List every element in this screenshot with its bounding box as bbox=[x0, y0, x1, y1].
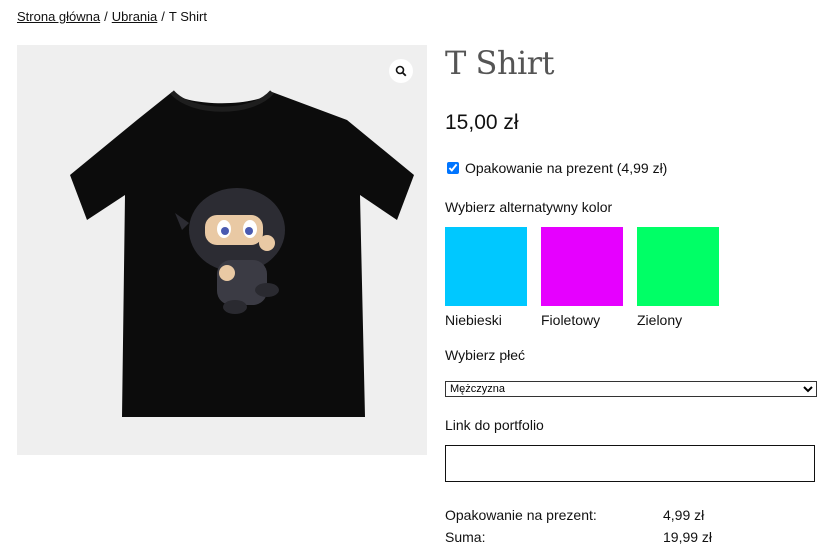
breadcrumb-separator: / bbox=[104, 9, 108, 24]
summary-value: 4,99 zł bbox=[663, 507, 705, 523]
swatch-option[interactable]: Zielony bbox=[637, 227, 719, 328]
price-summary: Opakowanie na prezent: 4,99 zł Suma: 19,… bbox=[445, 504, 712, 548]
color-picker-label: Wybierz alternatywny kolor bbox=[445, 199, 613, 215]
color-swatches: Niebieski Fioletowy Zielony bbox=[445, 227, 719, 328]
swatch-name: Zielony bbox=[637, 312, 683, 328]
swatch-color-box[interactable] bbox=[445, 227, 527, 306]
portfolio-label: Link do portfolio bbox=[445, 417, 544, 433]
magnifier-icon bbox=[395, 65, 407, 77]
swatch-name: Niebieski bbox=[445, 312, 502, 328]
zoom-button[interactable] bbox=[389, 59, 413, 83]
gift-wrap-label: Opakowanie na prezent (4,99 zł) bbox=[465, 160, 668, 176]
summary-value: 19,99 zł bbox=[663, 529, 713, 545]
gender-select[interactable]: Mężczyzna bbox=[445, 381, 817, 397]
product-image bbox=[70, 90, 414, 417]
gift-wrap-option[interactable]: Opakowanie na prezent (4,99 zł) bbox=[447, 160, 667, 176]
product-gallery[interactable] bbox=[17, 45, 427, 455]
swatch-option[interactable]: Niebieski bbox=[445, 227, 527, 328]
swatch-option[interactable]: Fioletowy bbox=[541, 227, 623, 328]
gift-wrap-checkbox[interactable] bbox=[447, 162, 459, 174]
breadcrumb-current: T Shirt bbox=[168, 9, 207, 24]
gender-label: Wybierz płeć bbox=[445, 347, 526, 363]
product-title: T Shirt bbox=[445, 44, 554, 82]
summary-row: Opakowanie na prezent: 4,99 zł bbox=[445, 504, 712, 526]
breadcrumb: Strona główna / Ubrania / T Shirt bbox=[17, 9, 207, 24]
summary-label: Suma: bbox=[445, 529, 486, 545]
swatch-color-box[interactable] bbox=[541, 227, 623, 306]
portfolio-input[interactable] bbox=[445, 445, 815, 482]
summary-row: Suma: 19,99 zł bbox=[445, 526, 712, 548]
summary-label: Opakowanie na prezent: bbox=[445, 507, 597, 523]
product-price: 15,00 zł bbox=[445, 111, 519, 134]
swatch-color-box[interactable] bbox=[637, 227, 719, 306]
swatch-name: Fioletowy bbox=[541, 312, 601, 328]
breadcrumb-home-link[interactable]: Strona główna bbox=[17, 9, 100, 24]
breadcrumb-category-link[interactable]: Ubrania bbox=[112, 9, 158, 24]
breadcrumb-separator: / bbox=[161, 9, 165, 24]
